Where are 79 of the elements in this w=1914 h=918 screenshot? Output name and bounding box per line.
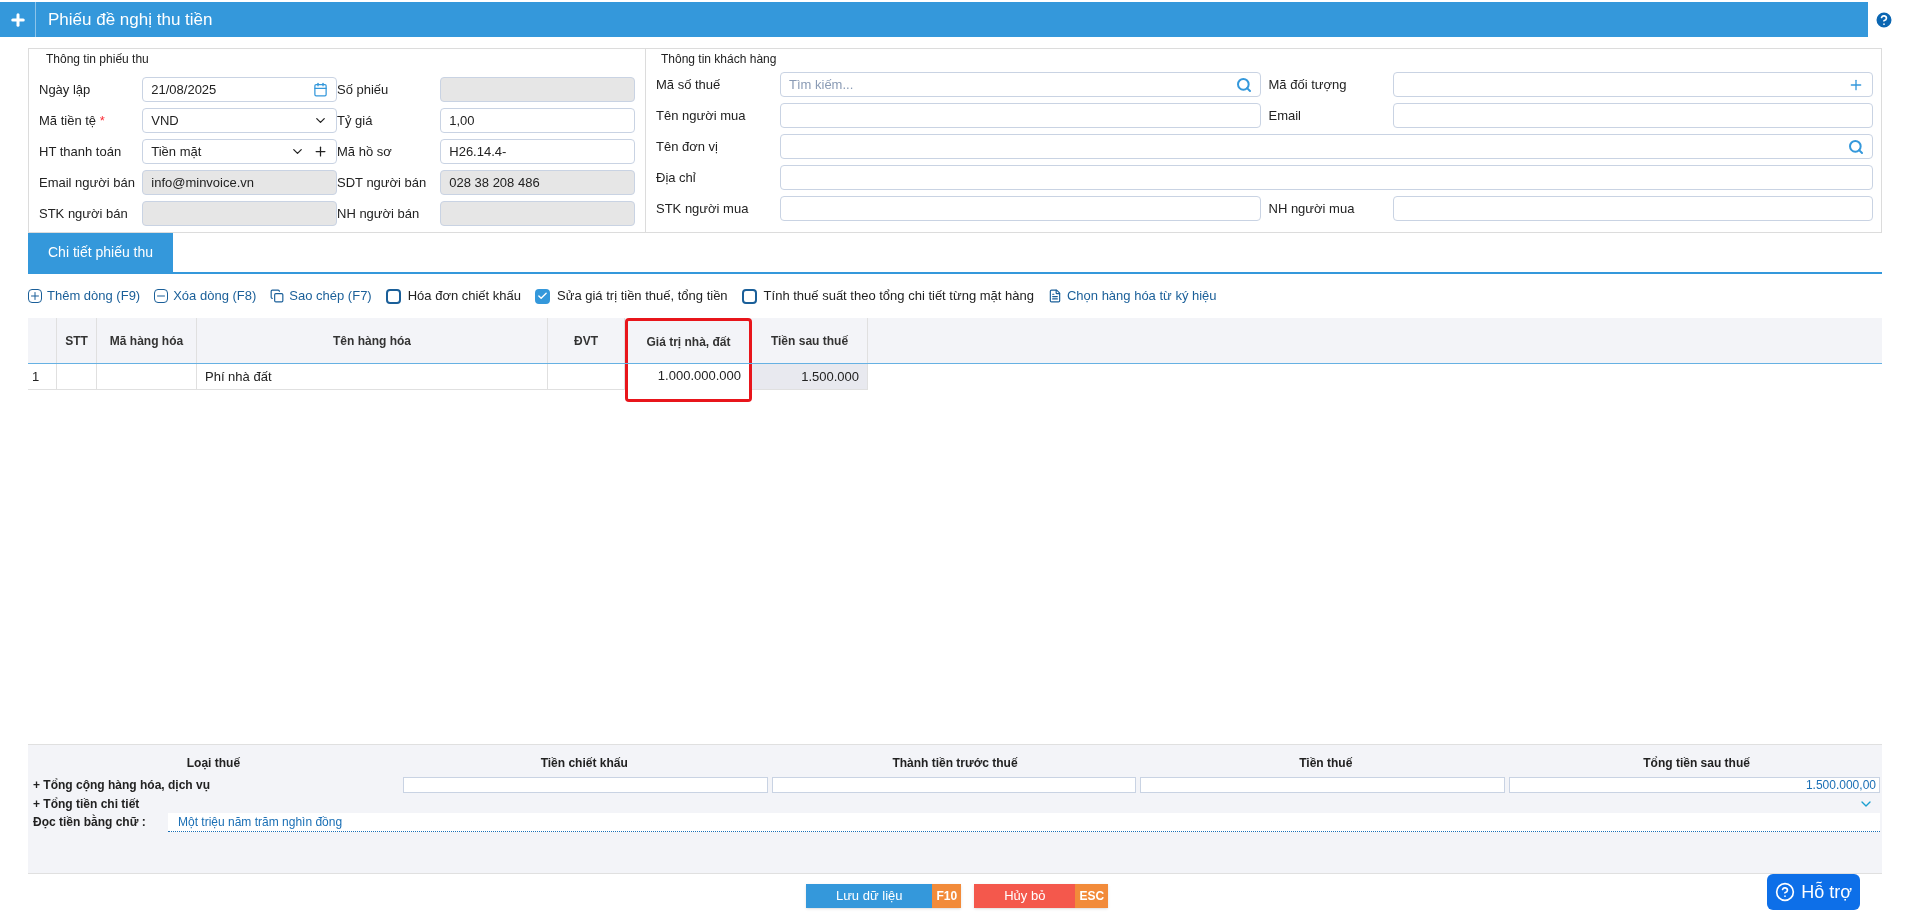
checkbox-option[interactable]: Hóa đơn chiết khấu xyxy=(385,286,521,306)
column-header: Giá trị nhà, đất xyxy=(625,318,752,363)
search-icon[interactable] xyxy=(1848,138,1864,155)
input-field[interactable]: 1,00 xyxy=(440,108,635,133)
help-icon xyxy=(1775,882,1796,902)
field-label: NH người mua xyxy=(1268,200,1356,218)
input-field[interactable] xyxy=(1392,103,1873,129)
minus-icon[interactable] xyxy=(154,289,169,303)
empty-cell xyxy=(57,364,97,390)
checkbox-option[interactable]: Sửa giá trị tiền thuế, tổng tiền xyxy=(535,286,728,306)
column-header: Mã hàng hóa xyxy=(97,318,197,363)
summary-field[interactable] xyxy=(771,777,1137,793)
field-label: NH người bán xyxy=(337,204,421,223)
checkbox[interactable] xyxy=(741,288,757,304)
check-icon xyxy=(537,290,548,302)
field-label: Mã tiền tệ * xyxy=(39,111,106,130)
field-label: STK người bán xyxy=(39,204,129,223)
row-number: 1 xyxy=(28,364,57,390)
table-cell: 1.500.000 xyxy=(752,364,868,390)
search-field[interactable] xyxy=(780,134,1873,160)
field-label: Mã hồ sơ xyxy=(337,142,393,161)
summary-column-header: Tiền chiết khấu xyxy=(539,755,629,772)
select-field[interactable]: Tiền mặt xyxy=(142,139,337,164)
input-field[interactable] xyxy=(780,103,1261,129)
date-field[interactable]: 21/08/2025 xyxy=(142,77,337,102)
checkbox[interactable] xyxy=(385,288,401,304)
field-label: Email xyxy=(1268,107,1302,125)
search-icon[interactable] xyxy=(1235,76,1252,93)
document-icon[interactable] xyxy=(1047,289,1062,303)
calendar-icon[interactable] xyxy=(313,82,328,97)
plus-icon[interactable] xyxy=(313,144,328,159)
field-label: Tên người mua xyxy=(656,107,747,125)
toolbar-button[interactable]: Xóa dòng (F8) xyxy=(154,286,257,306)
field-label: Ngày lập xyxy=(39,80,92,99)
column-header: Tiền sau thuế xyxy=(752,318,868,363)
plus-icon[interactable] xyxy=(28,289,42,303)
row-label: Đọc tiền bằng chữ : xyxy=(32,813,147,831)
input-field[interactable]: H26.14.4- xyxy=(440,139,635,164)
field-label: Tên đơn vị xyxy=(656,138,719,156)
column-header: Tên hàng hóa xyxy=(197,318,548,363)
field-label: HT thanh toán xyxy=(39,142,123,161)
summary-column-header: Tổng tiền sau thuế xyxy=(1642,755,1751,772)
section-title: Thông tin khách hàng xyxy=(661,51,778,68)
toolbar-button[interactable]: Chọn hàng hóa từ ký hiệu xyxy=(1047,286,1217,306)
checkbox-option[interactable]: Tính thuế suất theo tổng chi tiết từng mặt hàng xyxy=(741,286,1034,306)
amount-in-words: Một triệu năm trăm nghìn đồng xyxy=(168,812,1880,832)
column-header: ĐVT xyxy=(548,318,625,363)
plus-icon xyxy=(8,10,27,29)
toolbar-button[interactable]: Sao chép (F7) xyxy=(270,286,372,306)
summary-field[interactable] xyxy=(402,777,768,793)
row-label: + Tổng tiền chi tiết xyxy=(32,796,141,813)
summary-field[interactable]: 1.500.000,00 xyxy=(1509,777,1880,793)
field-label: Mã đối tượng xyxy=(1268,76,1348,94)
summary-column-header: Thành tiền trước thuế xyxy=(891,755,1019,772)
checkbox[interactable] xyxy=(535,288,550,304)
input-field[interactable] xyxy=(780,165,1873,191)
column-header: STT xyxy=(57,318,97,363)
field-label: Địa chỉ xyxy=(656,169,697,187)
input-field[interactable] xyxy=(1392,196,1873,222)
help-icon[interactable] xyxy=(1874,9,1894,30)
copy-icon[interactable] xyxy=(270,289,285,303)
field-label: Mã số thuế xyxy=(656,76,722,94)
field-label: Email người bán xyxy=(39,173,136,192)
summary-field[interactable] xyxy=(1140,777,1506,793)
summary-column-header: Loại thuế xyxy=(185,755,242,772)
field-label: STK người mua xyxy=(656,200,750,218)
section-title: Thông tin phiếu thu xyxy=(46,51,150,68)
input-field[interactable] xyxy=(1392,72,1873,98)
support-button[interactable]: Hỗ trợ xyxy=(1767,874,1860,910)
toolbar-button[interactable]: Thêm dòng (F9) xyxy=(28,286,141,306)
input-field[interactable] xyxy=(780,196,1261,222)
field-label: Tỷ giá xyxy=(337,111,374,130)
summary-column-header: Tiền thuế xyxy=(1298,755,1354,772)
window-title: Phiếu đề nghị thu tiền xyxy=(48,8,214,31)
field-label: Số phiếu xyxy=(337,80,390,99)
table-cell: Phí nhà đất xyxy=(197,364,548,390)
field-label: SDT người bán xyxy=(337,173,428,192)
row-label: + Tổng cộng hàng hóa, dịch vụ xyxy=(32,777,211,794)
select-field[interactable]: VND xyxy=(142,108,337,133)
